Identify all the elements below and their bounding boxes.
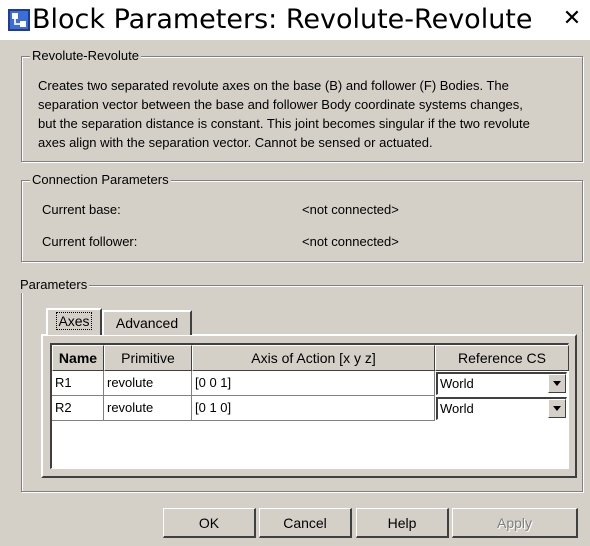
parameters-legend: Parameters <box>18 277 90 293</box>
column-header-axis[interactable]: Axis of Action [x y z] <box>192 345 435 371</box>
current-base-value: <not connected> <box>302 202 399 217</box>
cell-axis-input[interactable]: [0 1 0] <box>192 396 435 421</box>
cell-primitive[interactable]: revolute <box>104 396 192 421</box>
close-icon[interactable]: ✕ <box>561 8 583 30</box>
block-description: Creates two separated revolute axes on t… <box>38 76 568 152</box>
reference-cs-select[interactable]: World <box>436 397 567 420</box>
description-line: but the separation distance is constant.… <box>38 116 530 131</box>
reference-cs-select[interactable]: World <box>436 372 567 395</box>
tab-advanced[interactable]: Advanced <box>102 310 192 335</box>
description-group-legend: Revolute-Revolute <box>30 48 141 64</box>
cell-axis-input[interactable]: [0 0 1] <box>192 371 435 396</box>
apply-button[interactable]: Apply <box>452 508 578 538</box>
description-line: axes align with the separation vector. C… <box>38 135 433 150</box>
ok-button[interactable]: OK <box>163 508 256 538</box>
cell-primitive[interactable]: revolute <box>104 371 192 396</box>
cancel-button[interactable]: Cancel <box>259 508 352 538</box>
help-button[interactable]: Help <box>356 508 449 538</box>
current-base-label: Current base: <box>42 202 121 217</box>
chevron-down-icon[interactable] <box>548 399 566 418</box>
reference-cs-value: World <box>440 376 474 391</box>
axes-table: Name Primitive Axis of Action [x y z] Re… <box>50 343 569 469</box>
description-line: Creates two separated revolute axes on t… <box>38 78 509 93</box>
title-bar: Block Parameters: Revolute-Revolute ✕ <box>0 0 590 40</box>
current-follower-value: <not connected> <box>302 234 399 249</box>
reference-cs-value: World <box>440 401 474 416</box>
tab-axes[interactable]: Axes <box>46 308 102 335</box>
simulink-block-icon <box>8 9 30 31</box>
connection-parameters-legend: Connection Parameters <box>30 172 171 188</box>
cell-name: R1 <box>52 371 104 396</box>
window-title: Block Parameters: Revolute-Revolute <box>32 4 533 35</box>
current-follower-label: Current follower: <box>42 234 138 249</box>
chevron-down-icon[interactable] <box>548 374 566 393</box>
column-header-primitive[interactable]: Primitive <box>104 345 192 371</box>
tab-axes-label: Axes <box>56 312 92 330</box>
tab-advanced-label: Advanced <box>115 315 179 331</box>
column-header-reference[interactable]: Reference CS <box>435 345 569 371</box>
cell-name: R2 <box>52 396 104 421</box>
description-line: separation vector between the base and f… <box>38 97 523 112</box>
column-header-name[interactable]: Name <box>52 345 104 371</box>
